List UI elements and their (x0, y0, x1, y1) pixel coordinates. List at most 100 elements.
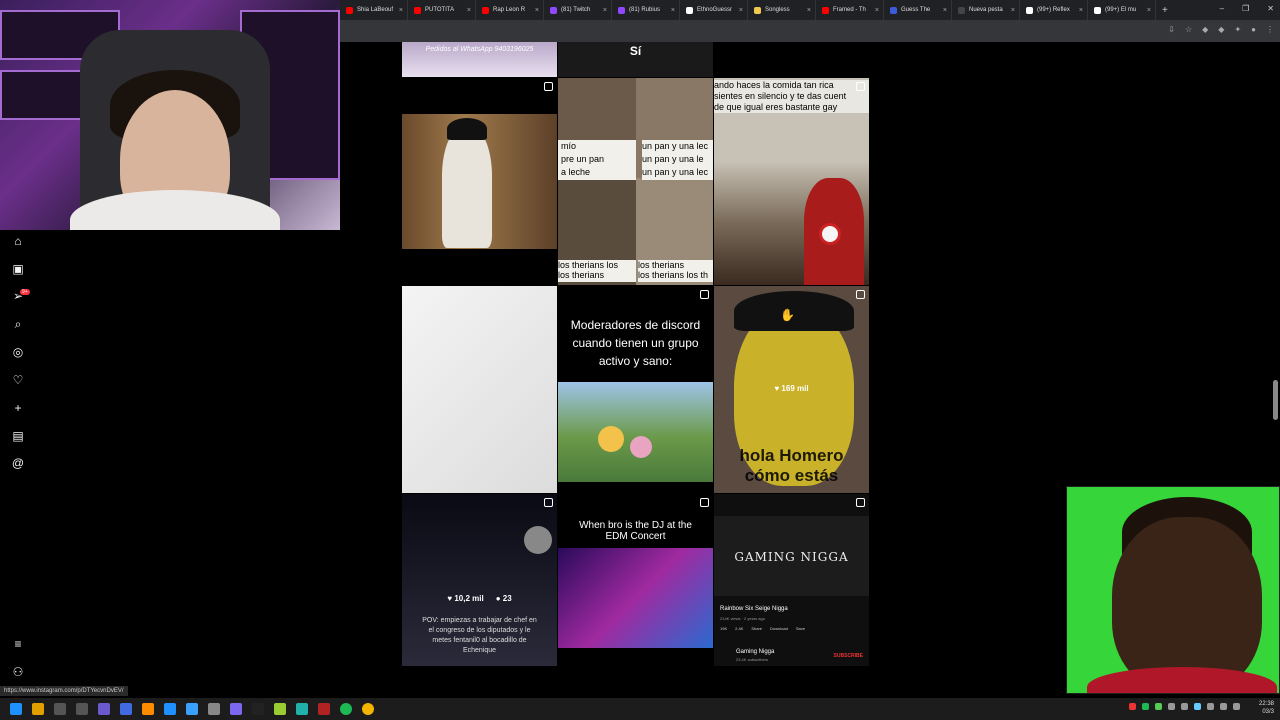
taskbar-app-icon[interactable] (164, 703, 176, 715)
browser-tab[interactable]: PUTOTITA × (408, 0, 476, 20)
post-tile[interactable]: Moderadores de discord cuando tienen un … (558, 286, 713, 493)
post-tile[interactable] (402, 286, 557, 493)
tab-close-icon[interactable]: × (399, 7, 403, 14)
tray-icon[interactable] (1181, 703, 1188, 710)
browser-tab[interactable]: (81) Twitch × (544, 0, 612, 20)
taskbar-app-icon[interactable] (120, 703, 132, 715)
yt-subscribers: 23.4K subscribers (736, 657, 769, 662)
post-tile[interactable]: Sí (558, 42, 713, 77)
streamer-webcam (0, 0, 340, 230)
tab-close-icon[interactable]: × (671, 7, 675, 14)
browser-tab[interactable]: (99+) El mu × (1088, 0, 1156, 20)
menu-icon[interactable]: ≡ (11, 637, 25, 651)
post-caption: Pedidos al WhatsApp 9403196025 (425, 46, 534, 53)
tab-close-icon[interactable]: × (1011, 7, 1015, 14)
extension-icon[interactable]: ◆ (1218, 25, 1224, 34)
tab-favicon-icon (686, 6, 693, 14)
likes-count: ♥ 169 mil (774, 384, 809, 393)
taskbar-app-icon[interactable] (318, 703, 330, 715)
taskbar-app-icon[interactable] (208, 703, 220, 715)
wifi-icon[interactable] (1220, 703, 1227, 710)
tray-icon[interactable] (1168, 703, 1175, 710)
tab-close-icon[interactable]: × (535, 7, 539, 14)
dashboard-icon[interactable]: ▤ (11, 429, 25, 443)
moon-image (524, 526, 552, 554)
install-icon[interactable]: ⇩ (1168, 25, 1175, 34)
reels-icon[interactable]: ▣ (11, 262, 25, 276)
meta-icon[interactable]: ⚇ (11, 665, 25, 679)
post-tile[interactable]: When bro is the DJ at the EDM Concert (558, 494, 713, 666)
threads-icon[interactable]: @ (11, 456, 25, 470)
windows-start-icon[interactable] (10, 703, 22, 715)
close-window-button[interactable]: ✕ (1267, 4, 1274, 13)
taskbar-app-icon[interactable] (54, 703, 66, 715)
yt-actions: 19K 2.4K Share Download Save (720, 626, 805, 631)
browser-tab[interactable]: Framed - Th × (816, 0, 884, 20)
volume-icon[interactable] (1233, 703, 1240, 710)
create-icon[interactable]: + (11, 401, 25, 415)
post-tile[interactable] (402, 78, 557, 285)
browser-tab[interactable]: Rap Leon R × (476, 0, 544, 20)
maximize-button[interactable]: ❐ (1242, 4, 1249, 13)
meme-line: un pan y una le (642, 154, 704, 164)
tray-icon[interactable] (1142, 703, 1149, 710)
explore-icon[interactable]: ◎ (11, 345, 25, 359)
tab-close-icon[interactable]: × (943, 7, 947, 14)
more-icon[interactable]: ⋮ (1266, 25, 1274, 34)
taskbar-app-icon[interactable] (296, 703, 308, 715)
puzzle-icon[interactable]: ✦ (1234, 25, 1241, 34)
browser-tab[interactable]: Songless × (748, 0, 816, 20)
browser-tab[interactable]: (81) Rubius × (612, 0, 680, 20)
minimize-button[interactable]: – (1220, 4, 1224, 13)
address-bar[interactable]: ⇩ ☆ ◆ ◆ ✦ ● ⋮ (340, 20, 1280, 42)
post-tile[interactable]: mío pre un pan a leche un pan y una lec … (558, 78, 713, 285)
tab-close-icon[interactable]: × (1147, 7, 1151, 14)
post-caption: hola Homero cómo estás (739, 446, 844, 485)
spotify-icon[interactable] (340, 703, 352, 715)
home-icon[interactable]: ⌂ (11, 234, 25, 248)
yt-like-button: 19K (720, 626, 728, 631)
tab-close-icon[interactable]: × (875, 7, 879, 14)
taskbar-app-icon[interactable] (142, 703, 154, 715)
heart-icon[interactable]: ♡ (11, 373, 25, 387)
taskbar-app-icon[interactable] (274, 703, 286, 715)
browser-tab[interactable]: Guess The × (884, 0, 952, 20)
taskbar-app-icon[interactable] (98, 703, 110, 715)
new-tab-button[interactable]: + (1156, 5, 1174, 16)
tab-favicon-icon (958, 6, 965, 14)
tab-close-icon[interactable]: × (739, 7, 743, 14)
tray-icon[interactable] (1207, 703, 1214, 710)
tray-icon[interactable] (1194, 703, 1201, 710)
browser-tab[interactable]: EthnoGuessr × (680, 0, 748, 20)
tiktok-icon[interactable] (252, 703, 264, 715)
taskbar-clock[interactable]: 22:38 03/3 (1259, 700, 1274, 716)
post-caption: POV: empiezas a trabajar de chef en el c… (422, 617, 537, 654)
browser-tab[interactable]: (99+) Reflex × (1020, 0, 1088, 20)
tab-close-icon[interactable]: × (603, 7, 607, 14)
search-icon[interactable] (32, 703, 44, 715)
tab-close-icon[interactable]: × (467, 7, 471, 14)
tray-icon[interactable] (1155, 703, 1162, 710)
profile-icon[interactable]: ● (1251, 25, 1256, 34)
post-tile[interactable]: ♥ 10,2 mil ● 23 POV: empiezas a trabajar… (402, 494, 557, 666)
likes-count: ♥ 10,2 mil (447, 594, 484, 603)
extension-icons: ⇩ ☆ ◆ ◆ ✦ ● ⋮ (1168, 25, 1274, 34)
browser-tab[interactable]: Nueva pesta × (952, 0, 1020, 20)
post-caption: ando haces la comida tan rica sientes en… (714, 80, 869, 113)
chrome-icon[interactable] (362, 703, 374, 715)
post-tile[interactable]: ando haces la comida tan rica sientes en… (714, 78, 869, 285)
tab-close-icon[interactable]: × (807, 7, 811, 14)
browser-tab[interactable]: Shia LaBeouf × (340, 0, 408, 20)
extension-icon[interactable]: ◆ (1202, 25, 1208, 34)
reel-icon (544, 498, 553, 507)
post-tile[interactable]: Pedidos al WhatsApp 9403196025 (402, 42, 557, 77)
tab-close-icon[interactable]: × (1079, 7, 1083, 14)
taskbar-app-icon[interactable] (186, 703, 198, 715)
tray-icon[interactable] (1129, 703, 1136, 710)
bookmark-star-icon[interactable]: ☆ (1185, 25, 1192, 34)
post-tile[interactable]: GAMING NIGGA Rainbow Six Seige Nigga 214… (714, 494, 869, 666)
taskbar-app-icon[interactable] (76, 703, 88, 715)
taskbar-app-icon[interactable] (230, 703, 242, 715)
search-icon[interactable]: ⌕ (11, 317, 25, 331)
page-scrollbar[interactable] (1273, 380, 1278, 420)
